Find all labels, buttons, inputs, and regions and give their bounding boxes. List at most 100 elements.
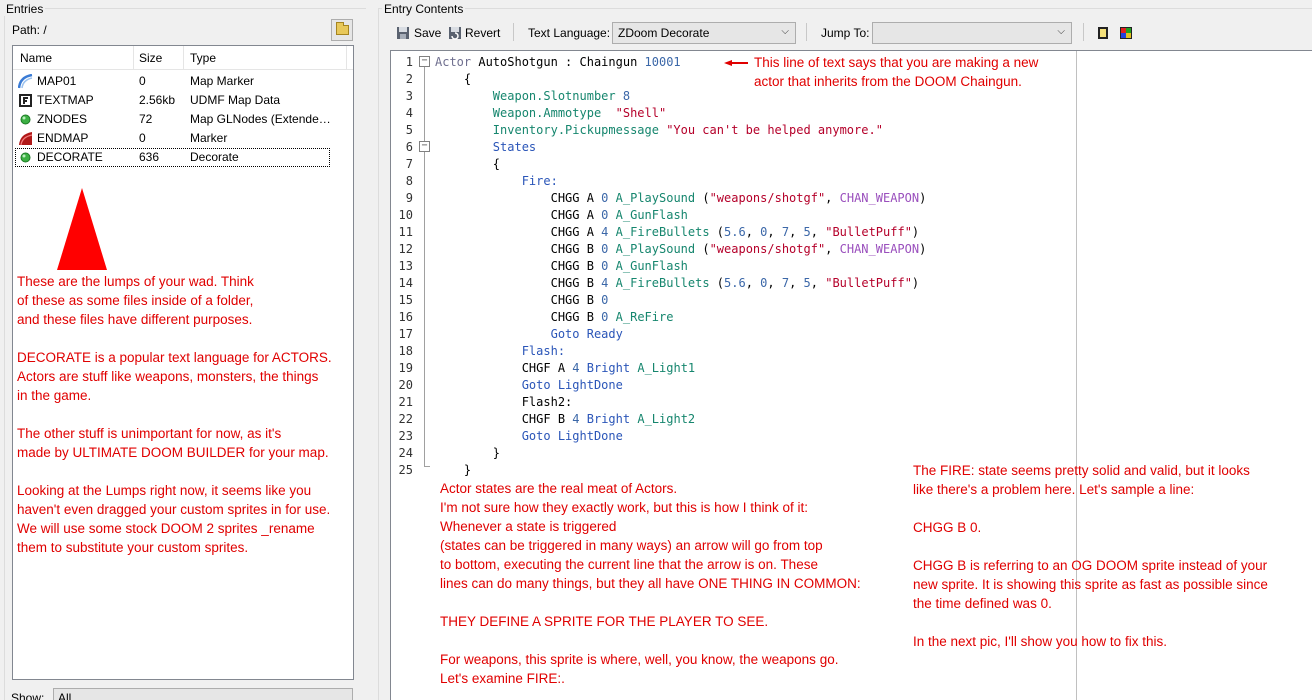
code-text: CHGG B 4 A_FireBullets (5.6, 0, 7, 5, "B… [435,276,920,290]
code-line[interactable]: 9 CHGG A 0 A_PlaySound ("weapons/shotgf"… [391,190,1071,207]
code-text: CHGG B 0 A_ReFire [435,310,674,324]
code-text: Goto LightDone [521,378,623,392]
line-number: 2 [405,72,413,86]
code-text: CHGF B 4 Bright A_Light2 [435,412,696,426]
line-number: 17 [398,327,413,341]
red-arrow-left-icon [724,60,748,66]
textmap-icon [19,94,32,107]
code-line[interactable]: 10 CHGG A 0 A_GunFlash [391,207,1071,224]
code-line[interactable]: 12 CHGG B 0 A_PlaySound ("weapons/shotgf… [391,241,1071,258]
code-line[interactable]: 16 CHGG B 0 A_ReFire [391,309,1071,326]
code-line[interactable]: 11 CHGG A 4 A_FireBullets (5.6, 0, 7, 5,… [391,224,1071,241]
code-text: CHGG B 0 [435,293,609,307]
jump-to-label: Jump To: [821,26,870,40]
code-line[interactable]: 7 { [391,156,1071,173]
chevron-down-icon: ⌵ [781,26,789,37]
toolbar-separator [806,23,807,41]
line-number: 15 [398,293,413,307]
map-marker-icon [18,74,33,89]
column-header-name[interactable]: Name [20,51,52,65]
entry-type: Marker [190,131,228,145]
line-number: 6 [405,140,413,154]
code-text: Fire: [521,174,558,188]
entry-type: Decorate [190,150,239,164]
line-number: 22 [398,412,413,426]
line-number: 7 [405,157,413,171]
code-text: States [492,140,537,154]
code-line[interactable]: 5 Inventory.Pickupmessage "You can't be … [391,122,1071,139]
code-text: } [435,446,501,460]
entry-contents-title: Entry Contents [382,2,466,16]
code-line[interactable]: 17 Goto Ready [391,326,1071,343]
entry-name: ENDMAP [37,131,89,145]
code-text: Inventory.Pickupmessage "You can't be he… [492,123,883,137]
list-item[interactable]: ENDMAP 0 Marker [13,129,353,148]
path-label: Path: / [12,23,47,37]
show-filter-select[interactable]: All [53,688,353,700]
code-line[interactable]: 6 States [391,139,1071,156]
decorate-icon [20,152,31,163]
line-number: 1 [405,55,413,69]
show-label: Show: [11,691,45,700]
column-header-type[interactable]: Type [190,51,216,65]
code-line[interactable]: 4 Weapon.Ammotype "Shell" [391,105,1071,122]
code-line[interactable]: 19 CHGF A 4 Bright A_Light1 [391,360,1071,377]
lumps-annotation: These are the lumps of your wad. Think o… [17,274,332,555]
color-button[interactable] [1119,21,1133,45]
line-number: 8 [405,174,413,188]
list-item[interactable]: ZNODES 72 Map GLNodes (Extende… [13,110,353,129]
code-line[interactable]: 21 Flash2: [391,394,1071,411]
code-text: CHGF A 4 Bright A_Light1 [435,361,696,375]
column-divider[interactable] [133,46,134,70]
color-palette-icon [1120,27,1132,39]
revert-label: Revert [465,26,501,40]
text-language-select[interactable]: ZDoom Decorate ⌵ [612,22,796,44]
code-text: CHGG A 0 A_PlaySound ("weapons/shotgf", … [435,191,927,205]
code-text: CHGG B 0 A_GunFlash [435,259,688,273]
code-line[interactable]: 20 Goto LightDone [391,377,1071,394]
code-line[interactable]: 18 Flash: [391,343,1071,360]
open-folder-button[interactable] [331,19,353,41]
code-text: } [435,463,472,477]
code-text: Goto LightDone [521,429,623,443]
script-button[interactable] [1096,21,1110,45]
line-number: 3 [405,89,413,103]
list-item[interactable]: TEXTMAP 2.56kb UDMF Map Data [13,91,353,110]
revert-icon [449,27,461,40]
jump-to-select[interactable]: ⌵ [872,22,1072,44]
entry-name: MAP01 [37,74,77,88]
save-button[interactable]: Save [396,21,441,45]
entry-size: 0 [139,74,146,88]
code-text: Weapon.Ammotype "Shell" [492,106,667,120]
code-line[interactable]: 13 CHGG B 0 A_GunFlash [391,258,1071,275]
revert-button[interactable]: Revert [448,21,500,45]
code-line[interactable]: 14 CHGG B 4 A_FireBullets (5.6, 0, 7, 5,… [391,275,1071,292]
entry-type: Map Marker [190,74,255,88]
document-icon [1098,27,1108,39]
code-text: Weapon.Slotnumber 8 [492,89,631,103]
code-line[interactable]: 15 CHGG B 0 [391,292,1071,309]
floppy-disk-icon [397,27,409,39]
code-line[interactable]: 23 Goto LightDone [391,428,1071,445]
list-item[interactable]: MAP01 0 Map Marker [13,72,353,91]
code-line[interactable]: 22 CHGF B 4 Bright A_Light2 [391,411,1071,428]
column-divider[interactable] [183,46,184,70]
text-language-value: ZDoom Decorate [618,26,710,40]
save-label: Save [414,26,442,40]
entry-type: UDMF Map Data [190,93,281,107]
list-item-selected[interactable]: DECORATE 636 Decorate [13,148,353,167]
entry-name: ZNODES [37,112,88,126]
line-number: 5 [405,123,413,137]
code-line[interactable]: 24 } [391,445,1071,462]
code-text: Goto Ready [550,327,623,341]
line-number: 12 [398,242,413,256]
text-language-label: Text Language: [528,26,611,40]
code-line[interactable]: 8 Fire: [391,173,1071,190]
column-divider[interactable] [346,46,347,70]
code-text: Actor AutoShotgun : Chaingun 10001 [435,55,681,69]
toolbar-separator [513,23,514,41]
endmap-icon [19,132,33,146]
list-header: Name Size Type [13,46,353,70]
column-header-size[interactable]: Size [139,51,162,65]
line-number: 11 [398,225,413,239]
